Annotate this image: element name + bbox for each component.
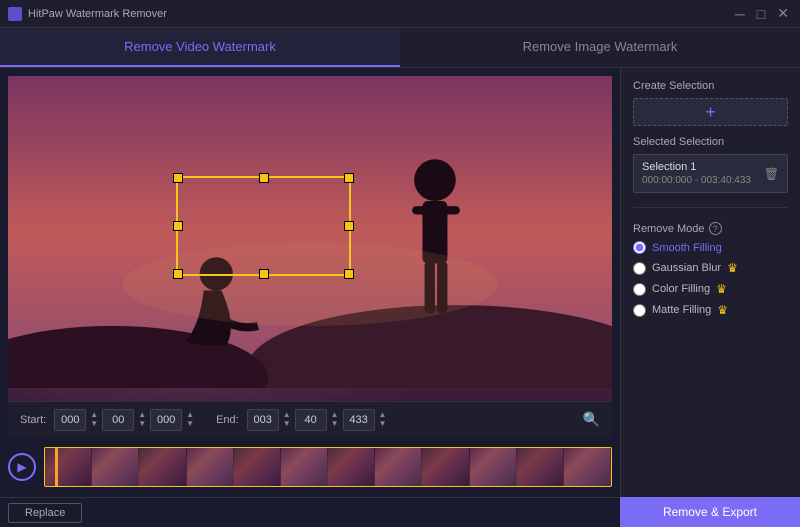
end-label: End:: [216, 414, 239, 426]
export-button[interactable]: Remove & Export: [620, 497, 800, 527]
end-time-group: ▲▼ ▲▼ ▲▼: [247, 409, 389, 431]
timeline-track[interactable]: [44, 447, 612, 487]
mode-smooth-radio[interactable]: [633, 241, 646, 254]
maximize-button[interactable]: □: [754, 6, 768, 22]
frame-8: [375, 448, 422, 486]
selection-item-name: Selection 1: [642, 161, 751, 173]
replace-button[interactable]: Replace: [8, 503, 82, 523]
end-seconds-spin[interactable]: ▲▼: [377, 411, 389, 428]
frame-4: [187, 448, 234, 486]
start-seconds-spin[interactable]: ▲▼: [184, 411, 196, 428]
frame-2: [92, 448, 139, 486]
handle-top-left[interactable]: [173, 173, 183, 183]
handle-bottom-right[interactable]: [344, 269, 354, 279]
start-minutes-input[interactable]: [102, 409, 134, 431]
mode-gaussian[interactable]: Gaussian Blur ♛: [633, 261, 788, 275]
bottom-bar: Replace: [0, 497, 620, 527]
tab-image[interactable]: Remove Image Watermark: [400, 28, 800, 67]
remove-mode-title: Remove Mode ?: [633, 222, 788, 235]
handle-top-mid[interactable]: [259, 173, 269, 183]
selection-rectangle[interactable]: [176, 176, 351, 276]
video-container: [8, 76, 612, 401]
start-seconds-input[interactable]: [150, 409, 182, 431]
frame-12: [564, 448, 611, 486]
info-icon[interactable]: ?: [709, 222, 722, 235]
handle-mid-right[interactable]: [344, 221, 354, 231]
frame-6: [281, 448, 328, 486]
play-button[interactable]: ▶: [8, 453, 36, 481]
title-bar-controls[interactable]: ─ □ ✕: [732, 5, 792, 22]
frame-7: [328, 448, 375, 486]
selection-item-time: 000:00:000 - 003:40:433: [642, 175, 751, 186]
selection-item-info: Selection 1 000:00:000 - 003:40:433: [642, 161, 751, 186]
frame-5: [234, 448, 281, 486]
selected-selection-title: Selected Selection: [633, 136, 788, 148]
frame-11: [517, 448, 564, 486]
create-selection-section: Create Selection +: [633, 80, 788, 126]
frame-1: [45, 448, 92, 486]
start-minutes-spin[interactable]: ▲▼: [136, 411, 148, 428]
start-label: Start:: [20, 414, 46, 426]
right-panel: Create Selection + Selected Selection Se…: [620, 68, 800, 527]
handle-top-right[interactable]: [344, 173, 354, 183]
timeline-frames: [45, 448, 611, 486]
handle-mid-left[interactable]: [173, 221, 183, 231]
create-selection-title: Create Selection: [633, 80, 788, 92]
end-hours-input[interactable]: [247, 409, 279, 431]
frame-9: [422, 448, 469, 486]
delete-selection-icon[interactable]: 🗑: [764, 167, 779, 181]
start-hours-input[interactable]: [54, 409, 86, 431]
search-icon[interactable]: 🔍: [583, 411, 600, 428]
handle-bottom-mid[interactable]: [259, 269, 269, 279]
frame-10: [470, 448, 517, 486]
premium-icon-color: ♛: [716, 282, 727, 296]
premium-icon-matte: ♛: [717, 303, 728, 317]
mode-matte[interactable]: Matte Filling ♛: [633, 303, 788, 317]
handle-bottom-left[interactable]: [173, 269, 183, 279]
minimize-button[interactable]: ─: [732, 6, 748, 22]
close-button[interactable]: ✕: [774, 5, 792, 22]
title-bar: HitPaw Watermark Remover ─ □ ✕: [0, 0, 800, 28]
mode-smooth[interactable]: Smooth Filling: [633, 241, 788, 254]
app-icon: [8, 7, 22, 21]
frame-3: [139, 448, 186, 486]
tab-video[interactable]: Remove Video Watermark: [0, 28, 400, 67]
title-bar-left: HitPaw Watermark Remover: [8, 7, 167, 21]
mode-color[interactable]: Color Filling ♛: [633, 282, 788, 296]
selected-selection-section: Selected Selection Selection 1 000:00:00…: [633, 136, 788, 193]
premium-icon-gaussian: ♛: [727, 261, 738, 275]
remove-mode-section: Remove Mode ? Smooth Filling Gaussian Bl…: [633, 222, 788, 317]
app-title: HitPaw Watermark Remover: [28, 8, 167, 20]
selection-item[interactable]: Selection 1 000:00:000 - 003:40:433 🗑: [633, 154, 788, 193]
end-minutes-spin[interactable]: ▲▼: [329, 411, 341, 428]
divider: [633, 207, 788, 208]
timeline: ▶: [8, 441, 612, 493]
create-selection-button[interactable]: +: [633, 98, 788, 126]
tab-bar: Remove Video Watermark Remove Image Wate…: [0, 28, 800, 68]
left-panel: Start: ▲▼ ▲▼ ▲▼ End: ▲▼ ▲▼ ▲▼ 🔍: [0, 68, 620, 527]
end-minutes-input[interactable]: [295, 409, 327, 431]
mode-gaussian-radio[interactable]: [633, 262, 646, 275]
end-hours-spin[interactable]: ▲▼: [281, 411, 293, 428]
start-hours-spin[interactable]: ▲▼: [88, 411, 100, 428]
mode-color-radio[interactable]: [633, 283, 646, 296]
timeline-playhead[interactable]: [55, 448, 58, 486]
end-seconds-input[interactable]: [343, 409, 375, 431]
mode-matte-radio[interactable]: [633, 304, 646, 317]
controls-bar: Start: ▲▼ ▲▼ ▲▼ End: ▲▼ ▲▼ ▲▼ 🔍: [8, 401, 612, 437]
radio-group: Smooth Filling Gaussian Blur ♛ Color Fil…: [633, 241, 788, 317]
figure-standing: [412, 159, 460, 313]
main-content: Start: ▲▼ ▲▼ ▲▼ End: ▲▼ ▲▼ ▲▼ 🔍: [0, 68, 800, 527]
start-time-group: ▲▼ ▲▼ ▲▼: [54, 409, 196, 431]
